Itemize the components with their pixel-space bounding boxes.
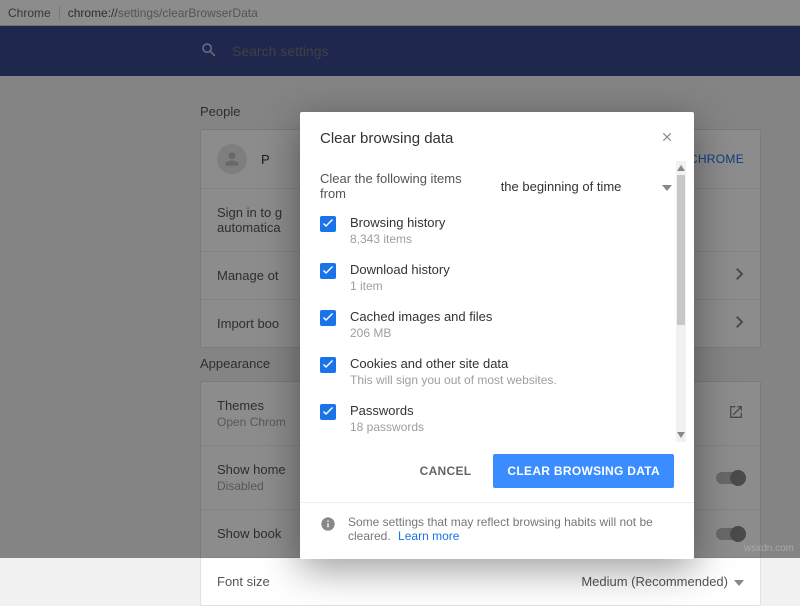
option-passwords[interactable]: Passwords18 passwords <box>320 395 672 442</box>
scroll-track[interactable] <box>676 175 686 428</box>
scroll-thumb[interactable] <box>677 175 685 325</box>
chevron-down-icon <box>662 179 672 194</box>
scroll-down-icon[interactable] <box>676 428 686 442</box>
font-size-select[interactable]: Medium (Recommended) <box>581 574 744 589</box>
font-size-row[interactable]: Font size Medium (Recommended) <box>201 558 760 605</box>
option-browsing-history[interactable]: Browsing history8,343 items <box>320 207 672 254</box>
dialog-footer: Some settings that may reflect browsing … <box>300 502 694 559</box>
clear-data-button[interactable]: CLEAR BROWSING DATA <box>493 454 674 488</box>
time-range-row: Clear the following items from the begin… <box>320 161 672 207</box>
time-range-label: Clear the following items from <box>320 171 487 201</box>
checkbox-checked[interactable] <box>320 404 336 420</box>
close-button[interactable] <box>660 130 674 147</box>
checkbox-checked[interactable] <box>320 310 336 326</box>
option-download-history[interactable]: Download history1 item <box>320 254 672 301</box>
dialog-title: Clear browsing data <box>320 130 453 147</box>
learn-more-link[interactable]: Learn more <box>398 529 459 543</box>
time-range-select[interactable]: the beginning of time <box>497 179 672 194</box>
dialog-scrollbar[interactable] <box>676 161 686 442</box>
info-icon <box>320 515 348 535</box>
watermark: wsxdn.com <box>744 543 794 554</box>
scroll-up-icon[interactable] <box>676 161 686 175</box>
checkbox-checked[interactable] <box>320 357 336 373</box>
cancel-button[interactable]: CANCEL <box>406 454 486 488</box>
option-cookies[interactable]: Cookies and other site dataThis will sig… <box>320 348 672 395</box>
checkbox-checked[interactable] <box>320 216 336 232</box>
chevron-down-icon <box>728 574 744 589</box>
clear-browsing-data-dialog: Clear browsing data Clear the following … <box>300 112 694 559</box>
option-cached-images[interactable]: Cached images and files206 MB <box>320 301 672 348</box>
checkbox-checked[interactable] <box>320 263 336 279</box>
